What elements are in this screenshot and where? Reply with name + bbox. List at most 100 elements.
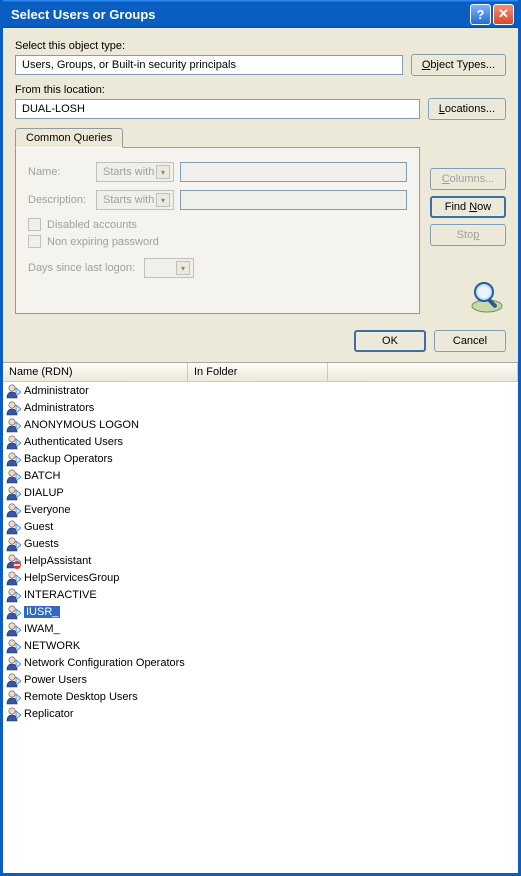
tab-common-queries[interactable]: Common Queries [15, 128, 123, 148]
result-row[interactable]: ANONYMOUS LOGON [3, 416, 518, 433]
chevron-down-icon: ▾ [156, 193, 170, 207]
object-type-label: Select this object type: [15, 40, 506, 52]
user-icon [5, 672, 21, 688]
name-label: Name: [28, 166, 90, 178]
user-icon [5, 689, 21, 705]
result-name: IUSR_ [24, 606, 60, 618]
result-row[interactable]: Network Configuration Operators [3, 654, 518, 671]
result-row[interactable]: BATCH [3, 467, 518, 484]
user-icon [5, 468, 21, 484]
user-icon [5, 638, 21, 654]
result-name: Backup Operators [24, 453, 113, 465]
chevron-down-icon: ▾ [156, 165, 170, 179]
columns-button[interactable]: Columns... [430, 168, 506, 190]
col-header-empty[interactable] [328, 363, 518, 382]
result-name: Power Users [24, 674, 87, 686]
upper-panel: Select this object type: Users, Groups, … [3, 28, 518, 322]
cancel-button[interactable]: Cancel [434, 330, 506, 352]
disabled-accounts-checkbox [28, 218, 41, 231]
window-title: Select Users or Groups [11, 7, 468, 22]
result-row[interactable]: IWAM_ [3, 620, 518, 637]
result-row[interactable]: HelpAssistant [3, 552, 518, 569]
tab-body: Name: Starts with ▾ Description: Starts … [15, 147, 420, 314]
user-icon [5, 706, 21, 722]
result-name: INTERACTIVE [24, 589, 97, 601]
object-types-button[interactable]: Object Types... [411, 54, 506, 76]
result-name: Authenticated Users [24, 436, 123, 448]
user-icon [5, 587, 21, 603]
result-name: Administrators [24, 402, 94, 414]
result-name: IWAM_ [24, 623, 60, 635]
result-row[interactable]: IUSR_ [3, 603, 518, 620]
result-row[interactable]: Administrators [3, 399, 518, 416]
location-label: From this location: [15, 84, 506, 96]
result-row[interactable]: NETWORK [3, 637, 518, 654]
desc-match-select: Starts with ▾ [96, 190, 174, 210]
result-name: Guest [24, 521, 53, 533]
user-icon [5, 451, 21, 467]
result-name: ANONYMOUS LOGON [24, 419, 139, 431]
user-icon [5, 485, 21, 501]
days-since-label: Days since last logon: [28, 262, 138, 274]
titlebar: Select Users or Groups ? ✕ [3, 0, 518, 28]
user-icon [5, 570, 21, 586]
result-name: Replicator [24, 708, 74, 720]
result-row[interactable]: Power Users [3, 671, 518, 688]
result-row[interactable]: INTERACTIVE [3, 586, 518, 603]
result-name: HelpServicesGroup [24, 572, 119, 584]
result-name: Network Configuration Operators [24, 657, 185, 669]
result-name: HelpAssistant [24, 555, 91, 567]
result-name: Everyone [24, 504, 70, 516]
user-icon [5, 655, 21, 671]
result-row[interactable]: DIALUP [3, 484, 518, 501]
result-row[interactable]: HelpServicesGroup [3, 569, 518, 586]
ok-button[interactable]: OK [354, 330, 426, 352]
result-name: DIALUP [24, 487, 64, 499]
result-row[interactable]: Replicator [3, 705, 518, 722]
user-denied-icon [5, 553, 21, 569]
stop-button[interactable]: Stop [430, 224, 506, 246]
tabstrip: Common Queries [15, 128, 506, 148]
results-header: Name (RDN) In Folder [3, 362, 518, 382]
result-row[interactable]: Administrator [3, 382, 518, 399]
dialog-window: Select Users or Groups ? ✕ Select this o… [0, 0, 521, 876]
result-name: BATCH [24, 470, 60, 482]
user-icon [5, 434, 21, 450]
result-row[interactable]: Guests [3, 535, 518, 552]
user-icon [5, 519, 21, 535]
find-now-button[interactable]: Find Now [430, 196, 506, 218]
user-icon [5, 502, 21, 518]
result-row[interactable]: Backup Operators [3, 450, 518, 467]
user-icon [5, 604, 21, 620]
user-icon [5, 621, 21, 637]
result-name: Guests [24, 538, 59, 550]
results-list[interactable]: Administrator Administrators ANONYMOUS L… [3, 382, 518, 873]
footer-buttons: OK Cancel [3, 322, 518, 362]
col-header-folder[interactable]: In Folder [188, 363, 328, 382]
result-row[interactable]: Authenticated Users [3, 433, 518, 450]
result-row[interactable]: Everyone [3, 501, 518, 518]
object-type-field[interactable]: Users, Groups, or Built-in security prin… [15, 55, 403, 75]
locations-button[interactable]: Locations... [428, 98, 506, 120]
result-name: Remote Desktop Users [24, 691, 138, 703]
user-icon [5, 400, 21, 416]
location-field[interactable]: DUAL-LOSH [15, 99, 420, 119]
col-header-name[interactable]: Name (RDN) [3, 363, 188, 382]
description-label: Description: [28, 194, 90, 206]
result-row[interactable]: Guest [3, 518, 518, 535]
close-button[interactable]: ✕ [493, 4, 514, 25]
result-row[interactable]: Remote Desktop Users [3, 688, 518, 705]
close-icon: ✕ [498, 6, 509, 22]
help-button[interactable]: ? [470, 4, 491, 25]
days-since-select: ▾ [144, 258, 194, 278]
user-icon [5, 383, 21, 399]
search-icon [468, 276, 506, 314]
description-input [180, 190, 407, 210]
result-name: Administrator [24, 385, 89, 397]
name-input [180, 162, 407, 182]
non-expiring-checkbox [28, 235, 41, 248]
disabled-accounts-label: Disabled accounts [47, 219, 137, 231]
result-name: NETWORK [24, 640, 80, 652]
name-match-select: Starts with ▾ [96, 162, 174, 182]
non-expiring-label: Non expiring password [47, 236, 159, 248]
